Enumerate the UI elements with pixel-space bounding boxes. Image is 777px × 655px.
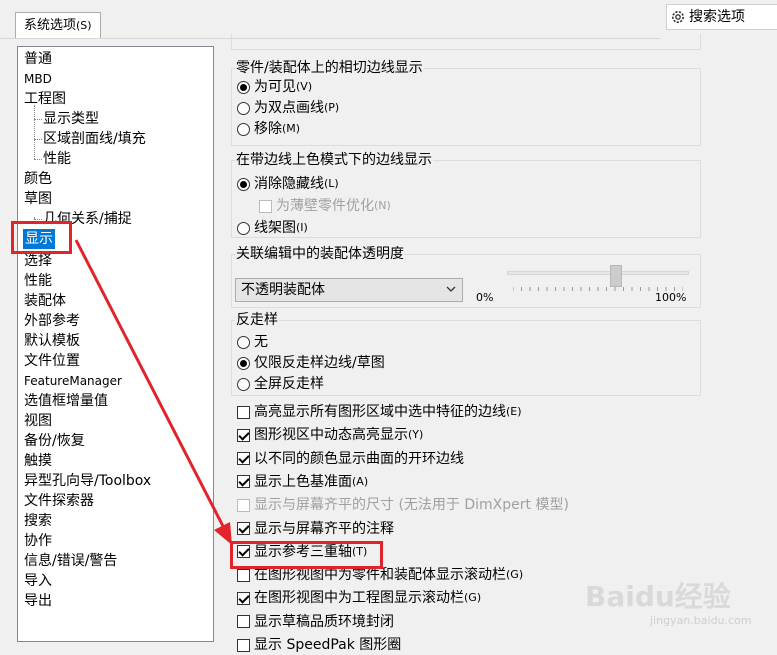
watermark-brand: Baidu经验 xyxy=(585,580,731,613)
watermark-url: jingyan.baidu.com xyxy=(650,614,752,627)
annotation-arrow xyxy=(74,239,232,545)
